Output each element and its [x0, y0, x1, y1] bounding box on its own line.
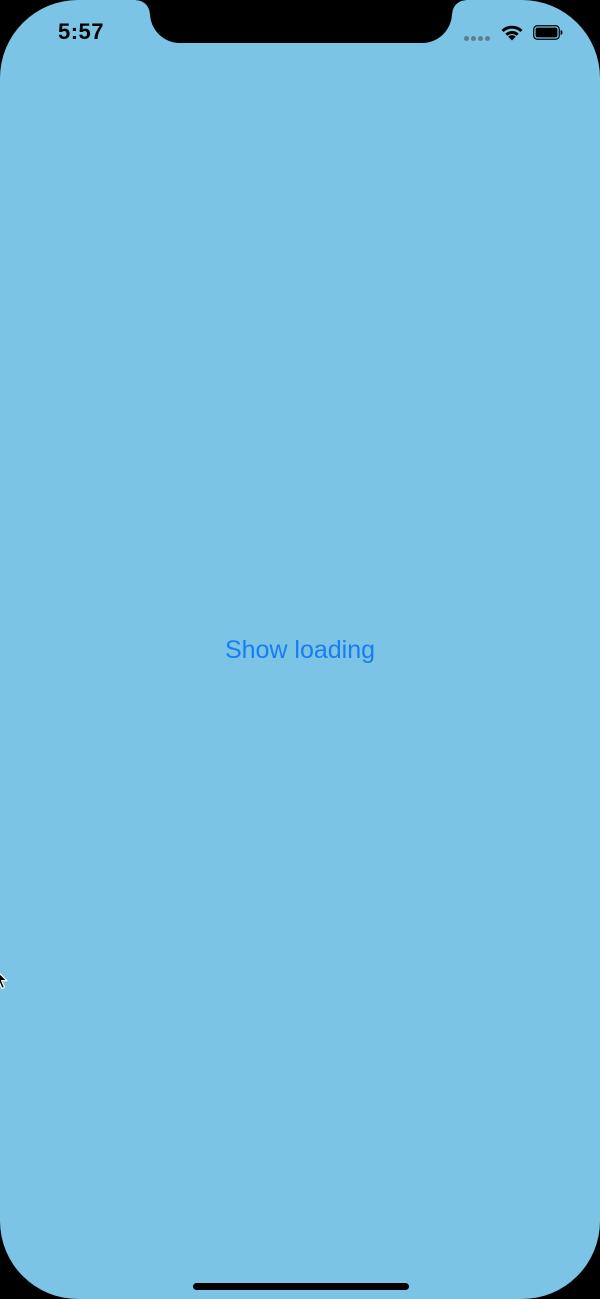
- phone-screen: 5:57 Show loading: [0, 0, 600, 1299]
- home-indicator[interactable]: [193, 1283, 409, 1290]
- wifi-icon: [501, 25, 523, 41]
- mouse-pointer-icon: [0, 973, 8, 990]
- cellular-dots-icon: [464, 36, 492, 42]
- status-bar-time: 5:57: [58, 19, 105, 44]
- show-loading-button[interactable]: Show loading: [0, 636, 600, 665]
- device-notch: [136, 0, 466, 43]
- battery-icon: [533, 25, 563, 40]
